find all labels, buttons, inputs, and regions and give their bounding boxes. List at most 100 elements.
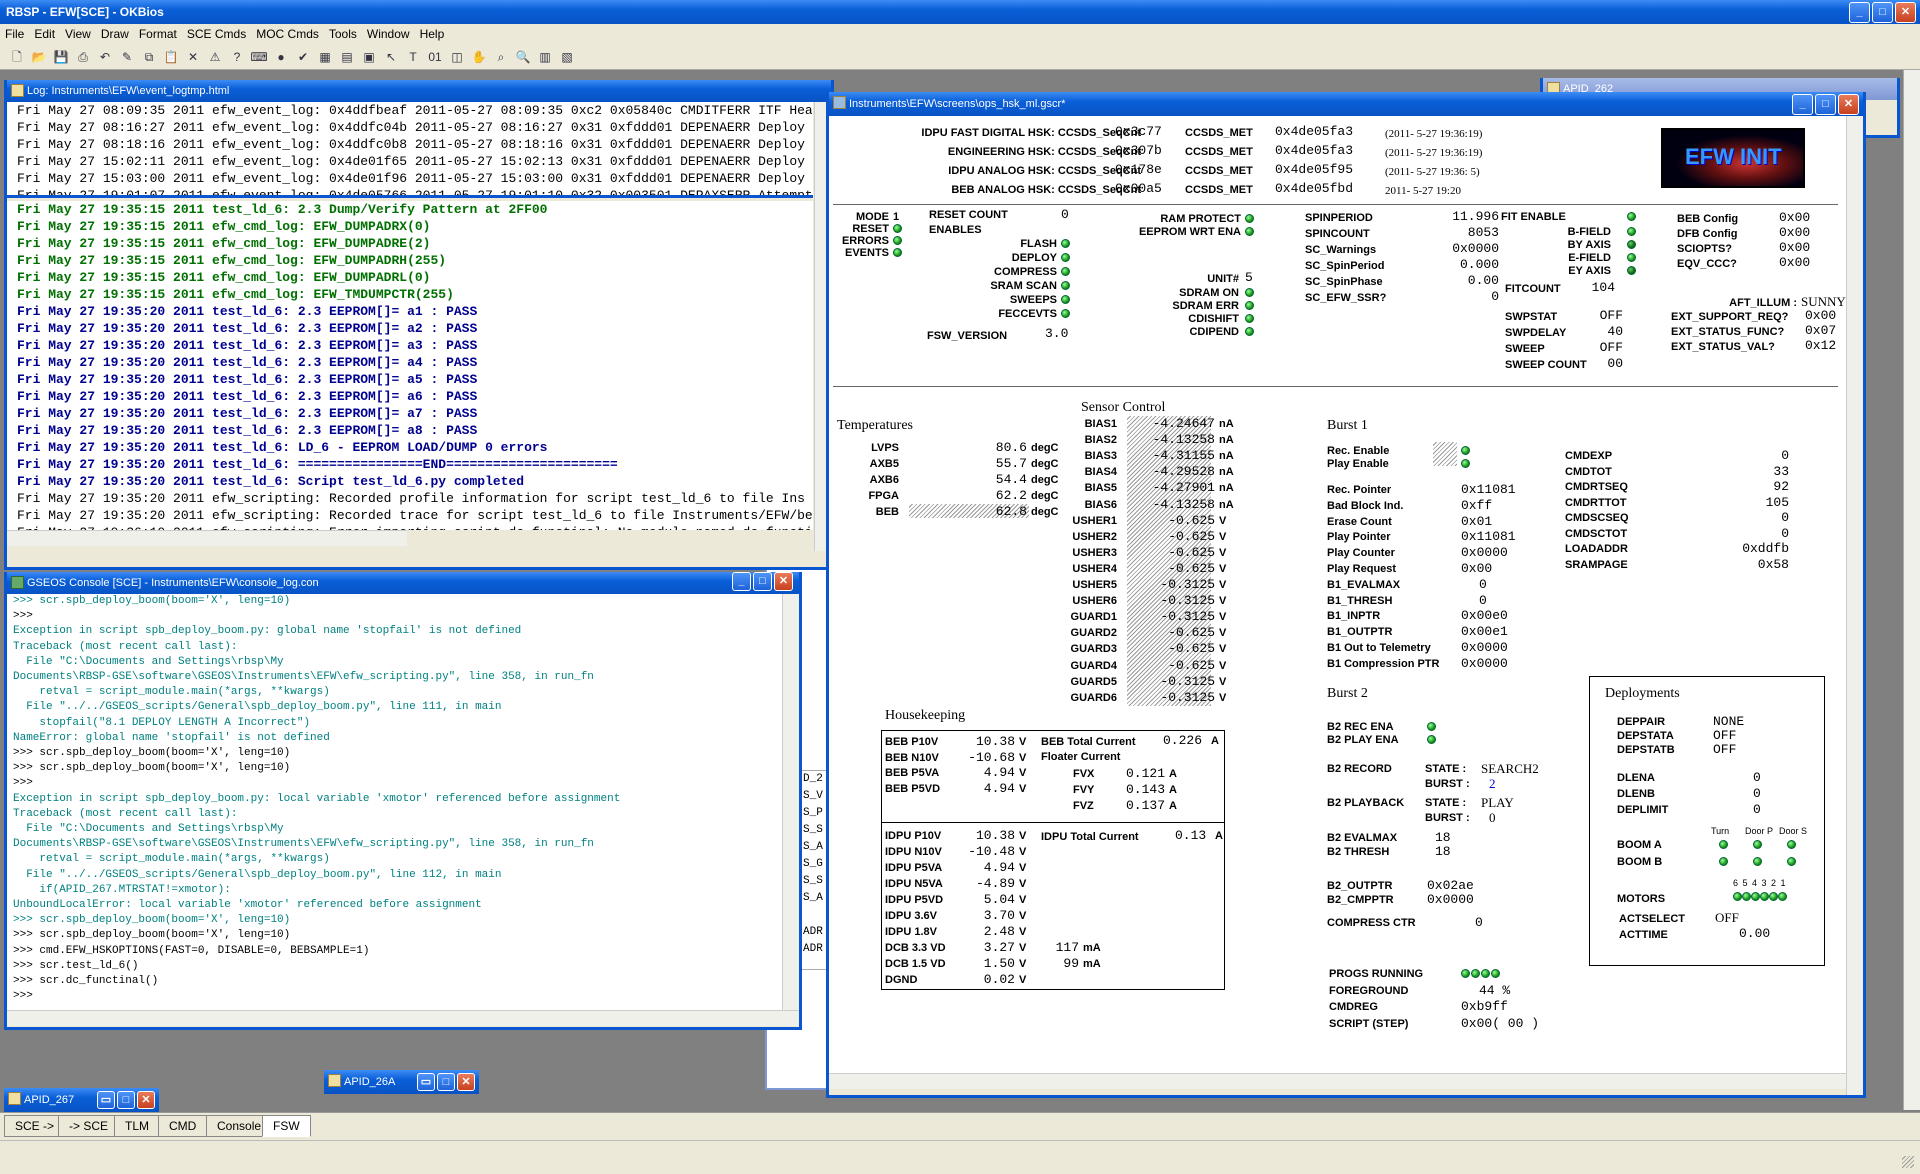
event-log-window[interactable]: Log: Instruments\EFW\event_logtmp.html F… <box>4 80 834 570</box>
obj-icon[interactable]: ◫ <box>448 48 466 66</box>
maximize-button[interactable]: □ <box>1872 1 1893 23</box>
restore-button[interactable]: ▭ <box>417 1073 435 1091</box>
tab-cmd[interactable]: CMD <box>158 1115 208 1137</box>
hsk-maximize-button[interactable]: □ <box>1815 93 1836 115</box>
close-button[interactable]: ✕ <box>1895 1 1916 23</box>
burst1-value: 0x00 <box>1461 561 1493 576</box>
sensor-unit: V <box>1219 562 1227 575</box>
log-top-pane[interactable]: Fri May 27 08:09:35 2011 efw_event_log: … <box>7 102 813 198</box>
tab-sce-in[interactable]: -> SCE <box>58 1115 120 1137</box>
dcb-current-value: 99 <box>1063 956 1079 971</box>
maximize-button[interactable]: □ <box>117 1091 135 1109</box>
burst2-enable-led <box>1427 722 1436 731</box>
data-icon[interactable]: ▤ <box>338 48 356 66</box>
sensor-value: -0.625 <box>1168 560 1215 576</box>
hsk-hscroll[interactable] <box>829 1073 1846 1089</box>
idpu-voltage-label: DGND <box>885 974 918 986</box>
config-value: 0x00 <box>1779 210 1811 225</box>
motor-led <box>1733 892 1742 901</box>
menu-item-moc-cmds[interactable]: MOC Cmds <box>251 27 324 41</box>
menu-item-sce-cmds[interactable]: SCE Cmds <box>182 27 251 41</box>
gseos-console-window[interactable]: GSEOS Console [SCE] - Instruments\EFW\co… <box>4 572 802 1030</box>
log-main-pane[interactable]: Fri May 27 19:35:15 2011 test_ld_6: 2.3 … <box>7 201 813 530</box>
new-file-icon[interactable]: 🗋 <box>8 48 26 66</box>
arrow-icon[interactable]: ↖ <box>382 48 400 66</box>
hsk-screen-window[interactable]: Instruments\EFW\screens\ops_hsk_ml.gscr*… <box>826 92 1866 1098</box>
maximize-button[interactable]: □ <box>437 1073 455 1091</box>
apid-26a-minimized[interactable]: APID_26A ▭ □ ✕ <box>324 1070 479 1094</box>
check-icon[interactable]: ✔ <box>294 48 312 66</box>
floater-value: 0.121 <box>1125 766 1165 781</box>
gseos-close-button[interactable]: ✕ <box>774 572 793 591</box>
hsk-header-label: IDPU FAST DIGITAL HSK: CCSDS_SeqCnt <box>921 127 1141 139</box>
apid-267-minimized[interactable]: APID_267 ▭ □ ✕ <box>4 1088 159 1112</box>
copy-icon[interactable]: ⧉ <box>140 48 158 66</box>
close-button[interactable]: ✕ <box>137 1091 155 1109</box>
idpu-voltage-unit: V <box>1019 910 1027 922</box>
search-icon[interactable]: 🔍 <box>514 48 532 66</box>
menu-item-file[interactable]: File <box>0 27 29 41</box>
spin-label: SC_SpinPeriod <box>1305 260 1385 272</box>
idpu-voltage-label: DCB 1.5 VD <box>885 958 946 970</box>
window-tile-icon[interactable]: ▥ <box>536 48 554 66</box>
restore-button[interactable]: ▭ <box>97 1091 115 1109</box>
sensor-unit: V <box>1219 530 1227 543</box>
menu-item-view[interactable]: View <box>60 27 96 41</box>
pen-icon[interactable]: ✎ <box>118 48 136 66</box>
warning-icon[interactable]: ⚠ <box>206 48 224 66</box>
console-vscroll[interactable] <box>782 594 799 1011</box>
binary-icon[interactable]: 01 <box>426 48 444 66</box>
menu-item-draw[interactable]: Draw <box>96 27 134 41</box>
close-button[interactable]: ✕ <box>457 1073 475 1091</box>
gseos-minimize-button[interactable]: _ <box>732 572 751 591</box>
tab-tlm[interactable]: TLM <box>114 1115 160 1137</box>
paste-icon[interactable]: 📋 <box>162 48 180 66</box>
console-output[interactable]: >>> scr.spb_deploy_boom(boom='X', leng=1… <box>7 594 782 1010</box>
print-icon[interactable]: ⎙ <box>74 48 92 66</box>
burst1-label: B1_THRESH <box>1327 594 1393 607</box>
menu-item-format[interactable]: Format <box>134 27 182 41</box>
globe-icon[interactable]: ● <box>272 48 290 66</box>
menu-item-tools[interactable]: Tools <box>324 27 362 41</box>
burst1-label: Rec. Pointer <box>1327 484 1392 496</box>
table-icon[interactable]: ▦ <box>316 48 334 66</box>
open-folder-icon[interactable]: 📂 <box>30 48 48 66</box>
idpu-voltage-unit: V <box>1019 878 1027 890</box>
delete-icon[interactable]: ✕ <box>184 48 202 66</box>
resize-grip[interactable] <box>1902 1156 1914 1168</box>
beb-voltage-unit: V <box>1019 767 1027 779</box>
spin-label: SPINPERIOD <box>1305 212 1373 224</box>
mdi-vscroll[interactable] <box>1903 70 1920 1110</box>
hsk-vscroll[interactable] <box>1846 116 1863 1095</box>
cmd-label: SRAMPAGE <box>1565 558 1628 571</box>
window-cascade-icon[interactable]: ▧ <box>558 48 576 66</box>
undo-icon[interactable]: ↶ <box>96 48 114 66</box>
menu-item-window[interactable]: Window <box>362 27 415 41</box>
hand-icon[interactable]: ✋ <box>470 48 488 66</box>
log-line: Fri May 27 19:35:20 2011 test_ld_6: 2.3 … <box>17 423 478 438</box>
log-hscroll[interactable] <box>7 530 407 546</box>
help-icon[interactable]: ? <box>228 48 246 66</box>
menu-item-help[interactable]: Help <box>415 27 450 41</box>
fit-label: BY AXIS <box>1567 239 1611 251</box>
hsk-minimize-button[interactable]: _ <box>1792 93 1813 115</box>
temperatures-title: Temperatures <box>837 418 913 433</box>
console-line: UnboundLocalError: local variable 'xmoto… <box>13 899 482 912</box>
zoom-icon[interactable]: ⌕ <box>492 48 510 66</box>
minimize-button[interactable]: _ <box>1849 1 1870 23</box>
hsk-close-button[interactable]: ✕ <box>1838 93 1859 115</box>
sel-icon[interactable]: ▣ <box>360 48 378 66</box>
log-line: Fri May 27 15:02:11 2011 efw_event_log: … <box>17 154 805 169</box>
tab-sce-out[interactable]: SCE -> <box>4 1115 66 1137</box>
menu-item-edit[interactable]: Edit <box>29 27 60 41</box>
acttime-value: 0.00 <box>1739 926 1771 941</box>
sensor-unit: nA <box>1219 498 1234 511</box>
text-icon[interactable]: T <box>404 48 422 66</box>
keyboard-icon[interactable]: ⌨ <box>250 48 268 66</box>
console-hscroll[interactable] <box>7 1010 799 1026</box>
tab-fsw[interactable]: FSW <box>262 1115 311 1137</box>
separator <box>833 204 1838 205</box>
floater-unit: A <box>1169 784 1177 796</box>
gseos-maximize-button[interactable]: □ <box>753 572 772 591</box>
save-icon[interactable]: 💾 <box>52 48 70 66</box>
